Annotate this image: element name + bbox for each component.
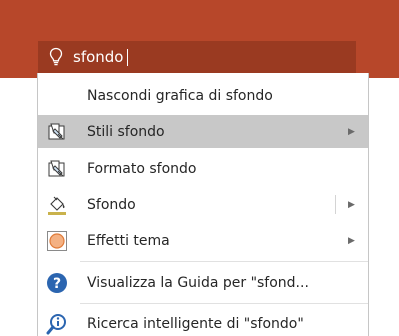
menu-item-label: Effetti tema [87, 232, 170, 249]
menu-item-view-help[interactable]: ? Visualizza la Guida per "sfond... [38, 266, 368, 299]
menu-item-background[interactable]: Sfondo ▶ [38, 188, 368, 221]
submenu-arrow-icon: ▶ [348, 126, 355, 137]
help-icon: ? [45, 271, 69, 295]
menu-item-label: Sfondo [87, 196, 136, 213]
tell-me-popup: Nascondi grafica di sfondo Stili sfondo … [0, 0, 399, 336]
paint-bucket-icon [45, 193, 69, 217]
search-input[interactable] [73, 48, 333, 66]
format-background-icon [45, 120, 69, 144]
split-separator [335, 195, 336, 214]
lightbulb-icon [47, 46, 65, 68]
menu-item-label: Nascondi grafica di sfondo [87, 87, 273, 104]
search-results-menu: Nascondi grafica di sfondo Stili sfondo … [37, 73, 369, 336]
submenu-arrow-icon: ▶ [348, 235, 355, 246]
tell-me-search-box[interactable] [38, 41, 356, 73]
menu-divider [80, 261, 368, 262]
smart-lookup-icon [45, 312, 69, 336]
theme-effects-icon [45, 229, 69, 253]
menu-item-smart-lookup[interactable]: Ricerca intelligente di "sfondo" [38, 307, 368, 336]
menu-divider [80, 303, 368, 304]
menu-item-hide-background-graphics[interactable]: Nascondi grafica di sfondo [38, 79, 368, 112]
menu-item-label: Stili sfondo [87, 123, 165, 140]
menu-item-theme-effects[interactable]: Effetti tema ▶ [38, 224, 368, 257]
menu-item-background-styles[interactable]: Stili sfondo ▶ [38, 115, 368, 148]
menu-item-label: Visualizza la Guida per "sfond... [87, 274, 309, 291]
menu-item-format-background[interactable]: Formato sfondo [38, 152, 368, 185]
svg-text:?: ? [53, 276, 61, 292]
submenu-arrow-icon[interactable]: ▶ [348, 200, 355, 210]
format-background-icon [45, 157, 69, 181]
text-cursor [127, 49, 128, 66]
menu-item-label: Ricerca intelligente di "sfondo" [87, 315, 304, 332]
menu-item-label: Formato sfondo [87, 160, 197, 177]
